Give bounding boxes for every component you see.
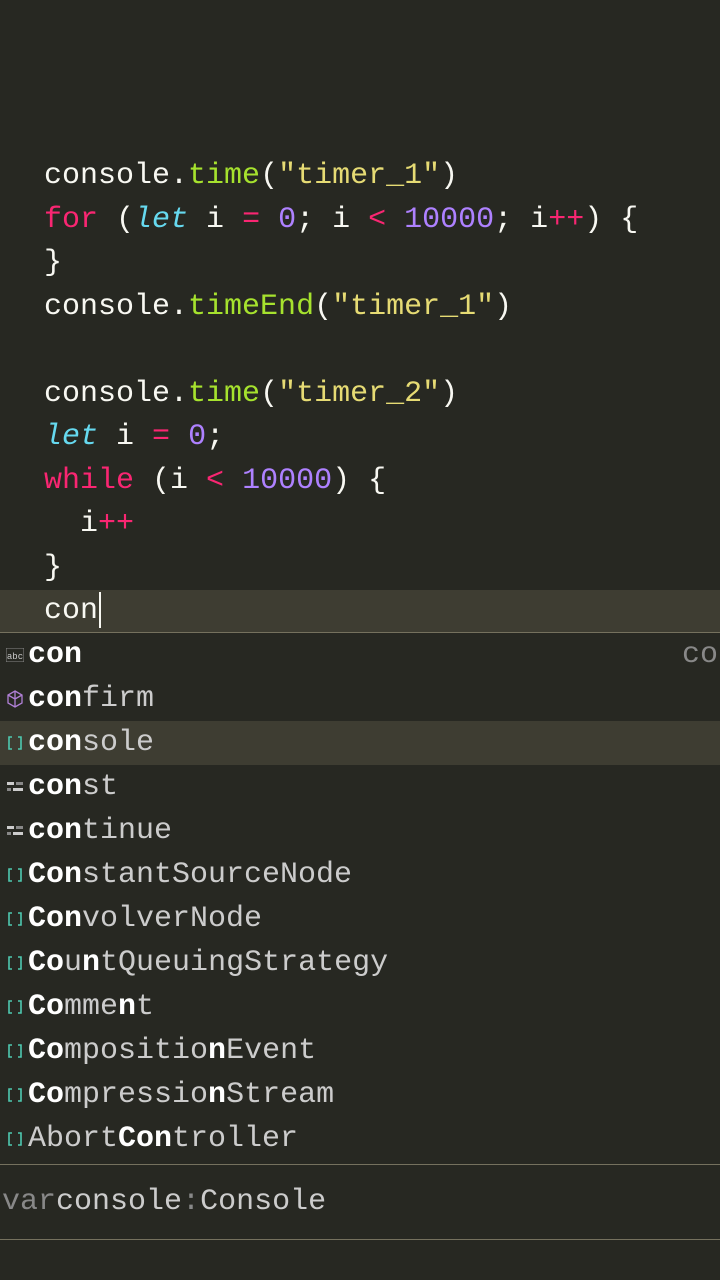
autocomplete-popup[interactable]: abccon co confirm console const continue Const…	[0, 632, 720, 1161]
number: 10000	[404, 203, 494, 237]
autocomplete-item[interactable]: ConvolverNode	[0, 897, 720, 941]
bracket-icon	[4, 1086, 26, 1104]
string: "timer_2"	[278, 377, 440, 411]
autocomplete-label: CompositionEvent	[28, 1034, 316, 1068]
autocomplete-item[interactable]: AbortController	[0, 1117, 720, 1161]
detail-name: console	[56, 1185, 182, 1219]
keyword: for	[44, 203, 98, 237]
abc-icon: abc	[4, 648, 26, 662]
bracket-icon	[4, 1130, 26, 1148]
code-line[interactable]: console.time("timer_2")	[44, 373, 720, 417]
autocomplete-label: CountQueuingStrategy	[28, 946, 388, 980]
code-line[interactable]: }	[44, 242, 720, 286]
autocomplete-label: const	[28, 770, 118, 804]
keyword: while	[44, 464, 134, 498]
code-line[interactable]: let i = 0;	[44, 416, 720, 460]
autocomplete-item[interactable]: CompressionStream	[0, 1073, 720, 1117]
code-editor[interactable]: console.time("timer_1") for (let i = 0; …	[0, 0, 720, 634]
code-line[interactable]	[44, 329, 720, 373]
code-line[interactable]: }	[44, 547, 720, 591]
keyword: let	[44, 420, 98, 454]
identifier: console	[44, 377, 170, 411]
identifier: console	[44, 159, 170, 193]
code-line[interactable]: i++	[44, 503, 720, 547]
keyword-icon	[4, 780, 26, 794]
autocomplete-label: con	[28, 638, 82, 672]
autocomplete-label: Comment	[28, 990, 154, 1024]
autocomplete-label: AbortController	[28, 1122, 298, 1156]
number: 0	[278, 203, 296, 237]
keyword: let	[134, 203, 188, 237]
autocomplete-label: continue	[28, 814, 172, 848]
autocomplete-label: confirm	[28, 682, 154, 716]
detail-type: Console	[200, 1185, 326, 1219]
method: timeEnd	[188, 290, 314, 324]
code-line-active[interactable]: con	[0, 590, 720, 634]
number: 10000	[242, 464, 332, 498]
code-line[interactable]: while (i < 10000) {	[44, 460, 720, 504]
string: "timer_1"	[278, 159, 440, 193]
autocomplete-item[interactable]: ConstantSourceNode	[0, 853, 720, 897]
bracket-icon	[4, 910, 26, 928]
code-line[interactable]: for (let i = 0; i < 10000; i++) {	[44, 199, 720, 243]
autocomplete-item[interactable]: continue	[0, 809, 720, 853]
code-line[interactable]: console.time("timer_1")	[44, 155, 720, 199]
cube-icon	[4, 690, 26, 708]
autocomplete-item[interactable]: abccon co	[0, 633, 720, 677]
typed-text: con	[44, 594, 98, 628]
string: "timer_1"	[332, 290, 494, 324]
identifier: console	[44, 290, 170, 324]
autocomplete-label: console	[28, 726, 154, 760]
bracket-icon	[4, 734, 26, 752]
keyword-icon	[4, 824, 26, 838]
bracket-icon	[4, 998, 26, 1016]
autocomplete-item[interactable]: console	[0, 721, 720, 765]
method: time	[188, 159, 260, 193]
bracket-icon	[4, 866, 26, 884]
autocomplete-label: ConvolverNode	[28, 902, 262, 936]
bracket-icon	[4, 954, 26, 972]
autocomplete-item[interactable]: CountQueuingStrategy	[0, 941, 720, 985]
number: 0	[188, 420, 206, 454]
autocomplete-label: ConstantSourceNode	[28, 858, 352, 892]
bracket-icon	[4, 1042, 26, 1060]
autocomplete-item[interactable]: confirm	[0, 677, 720, 721]
detail-keyword: var	[2, 1185, 56, 1219]
svg-text:abc: abc	[7, 652, 23, 662]
method: time	[188, 377, 260, 411]
autocomplete-detail: var console: Console	[0, 1164, 720, 1240]
autocomplete-hint: co	[682, 638, 718, 672]
autocomplete-item[interactable]: const	[0, 765, 720, 809]
autocomplete-item[interactable]: Comment	[0, 985, 720, 1029]
code-line[interactable]: console.timeEnd("timer_1")	[44, 286, 720, 330]
autocomplete-label: CompressionStream	[28, 1078, 334, 1112]
cursor	[99, 592, 101, 628]
autocomplete-item[interactable]: CompositionEvent	[0, 1029, 720, 1073]
